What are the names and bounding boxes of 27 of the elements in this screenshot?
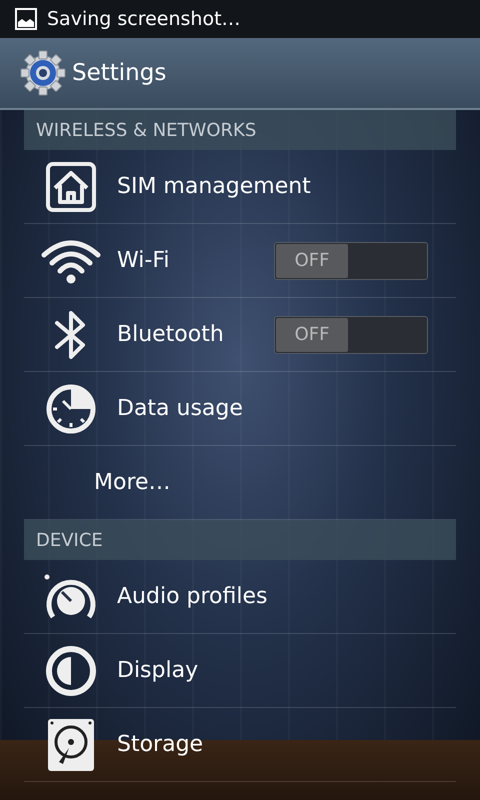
contrast-icon bbox=[44, 644, 96, 696]
settings-item[interactable]: Data usage bbox=[24, 372, 456, 446]
screen-title: Settings bbox=[72, 60, 166, 86]
settings-icon bbox=[20, 50, 66, 96]
section-header: WIRELESS & NETWORKS bbox=[24, 110, 456, 150]
settings-item[interactable]: SIM management bbox=[24, 150, 456, 224]
house-icon bbox=[44, 160, 96, 212]
item-label: Wi-Fi bbox=[117, 248, 170, 273]
toggle-switch[interactable]: OFF bbox=[274, 242, 428, 280]
clock-icon bbox=[44, 382, 96, 434]
item-label: More… bbox=[94, 470, 172, 495]
toggle-switch[interactable]: OFF bbox=[274, 316, 428, 354]
item-label: Data usage bbox=[117, 396, 244, 421]
settings-item[interactable]: Bluetooth OFF bbox=[24, 298, 456, 372]
item-label: Bluetooth bbox=[117, 322, 225, 347]
dial-icon bbox=[42, 572, 98, 620]
image-icon bbox=[15, 8, 37, 30]
item-label: Audio profiles bbox=[117, 584, 268, 609]
settings-item[interactable]: Wi-Fi OFF bbox=[24, 224, 456, 298]
settings-item[interactable]: Storage bbox=[24, 708, 456, 782]
section-header: DEVICE bbox=[24, 520, 456, 560]
settings-item[interactable]: Audio profiles bbox=[24, 560, 456, 634]
settings-item[interactable]: Display bbox=[24, 634, 456, 708]
item-label: Storage bbox=[117, 732, 204, 757]
notification-text: Saving screenshot… bbox=[47, 8, 241, 30]
item-label: Display bbox=[117, 658, 200, 683]
item-label: SIM management bbox=[117, 174, 312, 199]
